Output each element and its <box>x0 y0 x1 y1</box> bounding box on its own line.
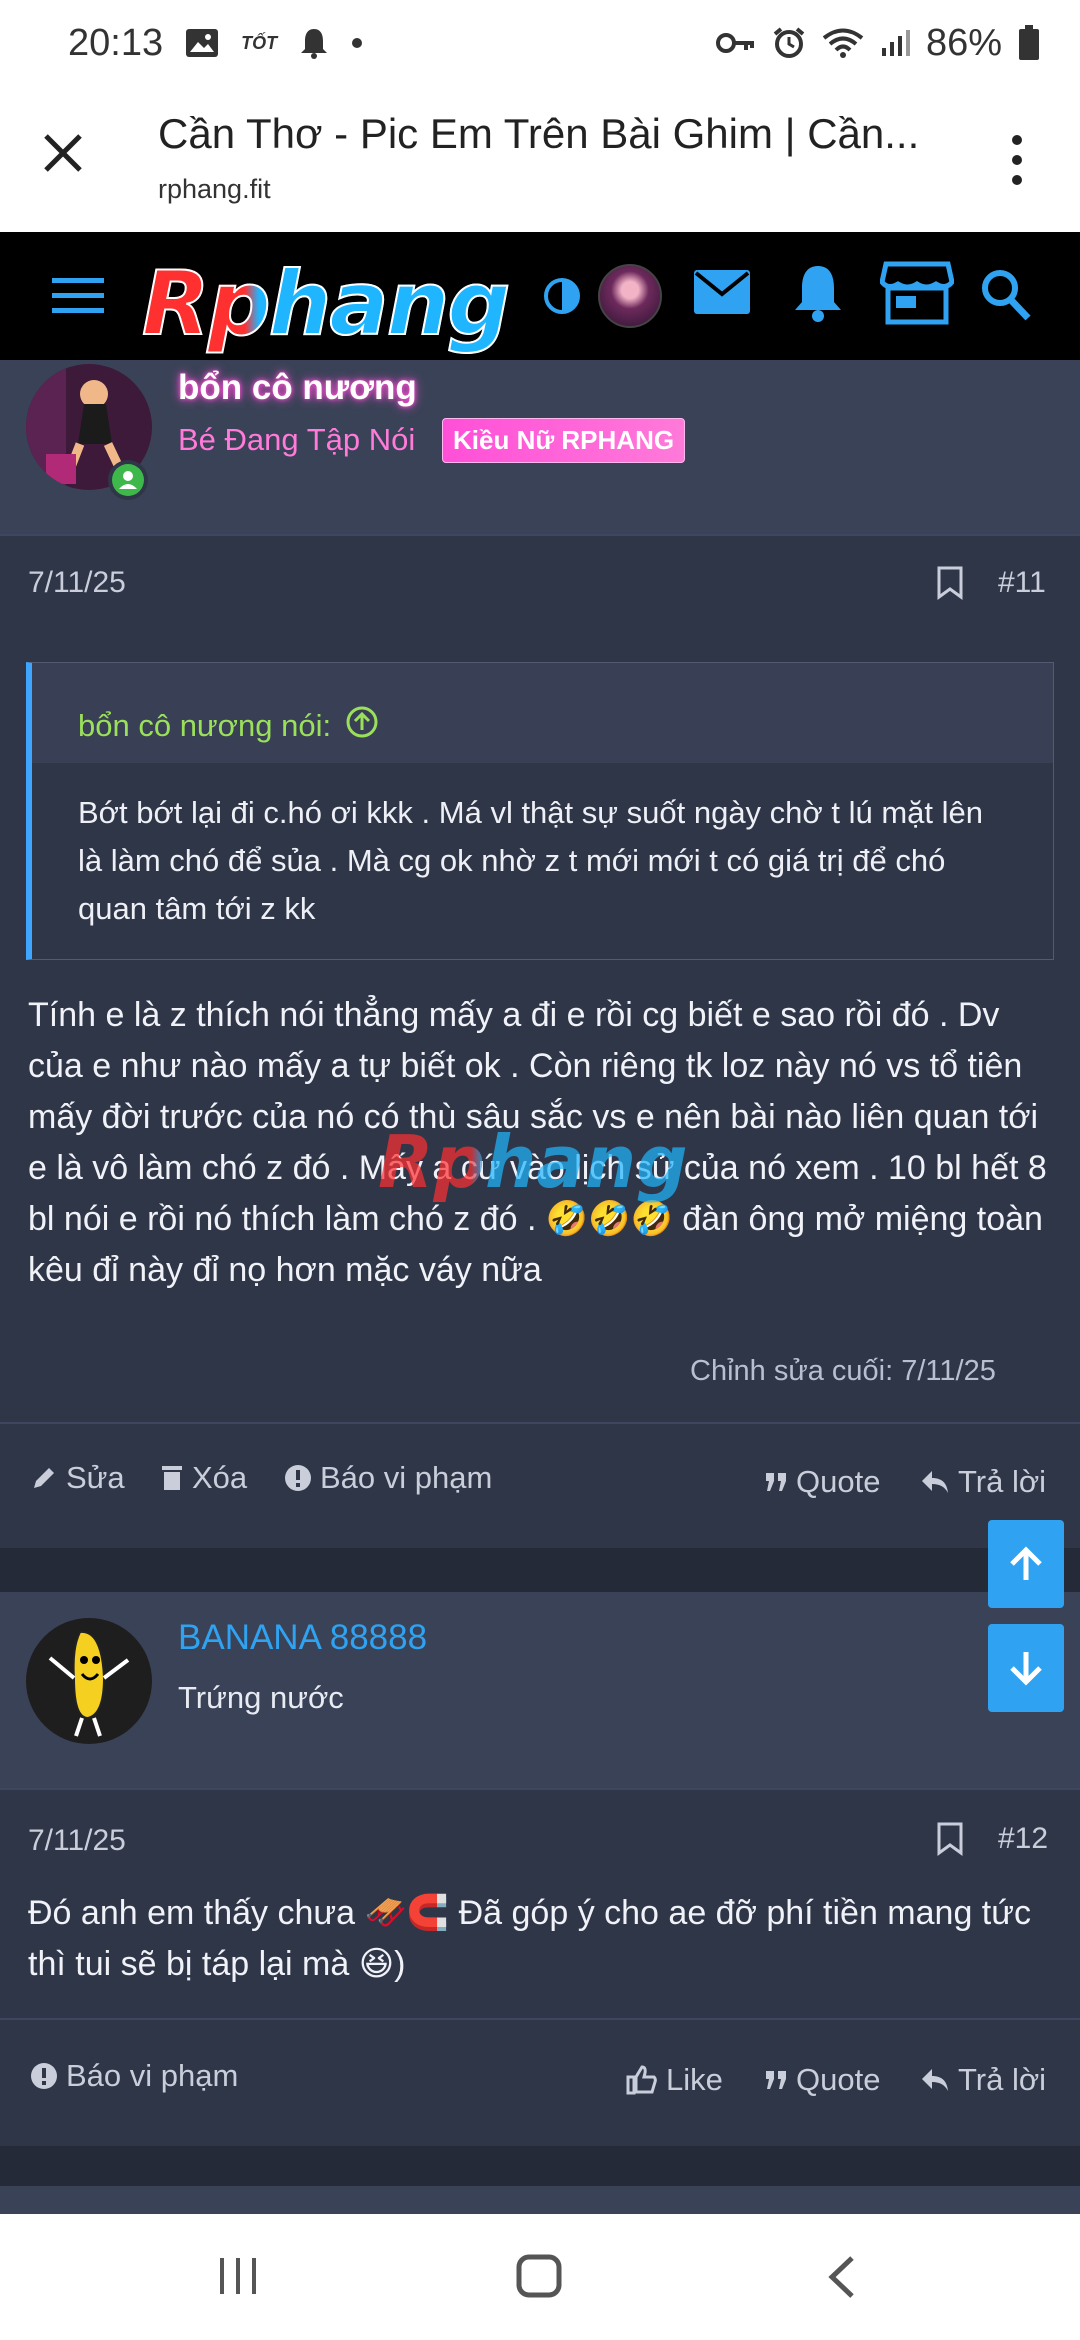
like-button[interactable]: Like <box>626 2062 723 2098</box>
reply-button[interactable]: Trả lời <box>920 1464 1046 1500</box>
reply-label: Trả lời <box>958 1464 1047 1499</box>
key-icon <box>715 31 756 55</box>
battery-icon <box>1018 25 1040 61</box>
post-12-user-title: Trứng nước <box>178 1680 344 1715</box>
quote-label: Quote <box>796 2062 881 2097</box>
status-time: 20:13 <box>68 21 164 64</box>
site-header: Rphang <box>0 232 1080 360</box>
bookmark-icon[interactable] <box>936 566 964 605</box>
scroll-down-button[interactable] <box>988 1624 1064 1712</box>
post-11-user-title: Bé Đang Tập Nói <box>178 422 416 457</box>
scroll-up-button[interactable] <box>988 1520 1064 1608</box>
quote-author[interactable]: bổn cô nương nói: <box>78 708 331 744</box>
post-12-body: Đó anh em thấy chưa 🛷🧲 Đã góp ý cho ae đ… <box>28 1894 1031 1983</box>
quote-text: Bớt bớt lại đi c.hó ơi kkk . Má vl thật … <box>32 763 1053 959</box>
delete-button[interactable]: Xóa <box>160 1460 247 1496</box>
report-label: Báo vi phạm <box>320 1460 493 1495</box>
quote-button[interactable]: Quote <box>764 2062 880 2098</box>
post-12-number[interactable]: #12 <box>998 1822 1048 1856</box>
browser-tab-bar: Cần Thơ - Pic Em Trên Bài Ghim | Cần... … <box>0 86 1080 232</box>
reply-label: Trả lời <box>958 2062 1047 2097</box>
edit-button[interactable]: Sửa <box>30 1460 125 1496</box>
theme-toggle-icon[interactable] <box>542 276 582 321</box>
alerts-bell-icon[interactable] <box>792 262 844 327</box>
more-options-icon[interactable] <box>1000 130 1034 190</box>
status-bar: 20:13 TỐT 86% <box>0 0 1080 86</box>
post-separator <box>0 1548 1080 1592</box>
dot-icon <box>351 37 363 49</box>
quote-button[interactable]: Quote <box>764 1464 880 1500</box>
wifi-icon <box>822 27 864 59</box>
divider <box>0 1788 1080 1790</box>
menu-icon[interactable] <box>52 276 104 321</box>
report-button[interactable]: Báo vi phạm <box>284 1460 492 1496</box>
post-11-quote: bổn cô nương nói: Bớt bớt lại đi c.hó ơi… <box>26 662 1054 960</box>
quote-label: Quote <box>796 1464 881 1499</box>
like-label: Like <box>666 2062 723 2097</box>
post-11-edited-note: Chỉnh sửa cuối: 7/11/25 <box>690 1355 996 1387</box>
store-icon[interactable] <box>879 260 955 331</box>
post-12-avatar[interactable] <box>26 1618 152 1744</box>
online-status-icon <box>108 460 148 500</box>
report-label: Báo vi phạm <box>66 2058 239 2093</box>
post-separator <box>0 2146 1080 2186</box>
divider <box>0 2018 1080 2020</box>
post-11-date[interactable]: 7/11/25 <box>28 566 126 600</box>
gallery-icon <box>185 28 219 58</box>
system-navigation-bar <box>0 2214 1080 2340</box>
quote-jump-icon[interactable] <box>345 705 379 747</box>
post-11-actions: Sửa Xóa Báo vi phạm Quote Trả lời <box>0 1440 1080 1520</box>
carrier-mark: TỐT <box>241 32 278 53</box>
mail-icon[interactable] <box>694 270 750 319</box>
signal-icon <box>880 28 910 58</box>
reply-button[interactable]: Trả lời <box>920 2062 1046 2098</box>
bookmark-icon[interactable] <box>936 1822 964 1861</box>
battery-percent: 86% <box>925 21 1002 64</box>
next-post-user-bar <box>0 2186 1080 2214</box>
post-11-badge: Kiều Nữ RPHANG <box>442 418 686 463</box>
quote-header[interactable]: bổn cô nương nói: <box>32 663 1053 763</box>
post-12-username[interactable]: BANANA 88888 <box>178 1618 427 1658</box>
account-avatar[interactable] <box>598 264 662 328</box>
post-12-actions: Báo vi phạm Like Quote Trả lời <box>0 2040 1080 2120</box>
edit-label: Sửa <box>66 1460 125 1495</box>
notification-bell-icon <box>299 27 329 59</box>
post-11-username[interactable]: bổn cô nương <box>178 368 417 408</box>
home-icon[interactable] <box>516 2254 562 2303</box>
divider <box>0 534 1080 536</box>
back-icon[interactable] <box>826 2254 856 2305</box>
site-watermark: Rphang <box>378 1120 688 1204</box>
post-11-user-bar: bổn cô nương Bé Đang Tập Nói Kiều Nữ RPH… <box>0 360 1080 534</box>
post-12-date[interactable]: 7/11/25 <box>28 1824 126 1858</box>
page-url: rphang.fit <box>158 174 271 204</box>
recent-apps-icon[interactable] <box>216 2256 260 2301</box>
site-logo[interactable]: Rphang <box>141 251 511 356</box>
page-title: Cần Thơ - Pic Em Trên Bài Ghim | Cần... <box>158 110 920 157</box>
alarm-icon <box>772 26 806 60</box>
divider <box>0 1422 1080 1424</box>
close-icon[interactable] <box>38 128 88 178</box>
report-button[interactable]: Báo vi phạm <box>30 2058 238 2094</box>
post-12-user-bar: BANANA 88888 Trứng nước <box>0 1592 1080 1788</box>
post-11-number[interactable]: #11 <box>998 566 1046 600</box>
delete-label: Xóa <box>192 1460 248 1495</box>
search-icon[interactable] <box>980 268 1032 327</box>
